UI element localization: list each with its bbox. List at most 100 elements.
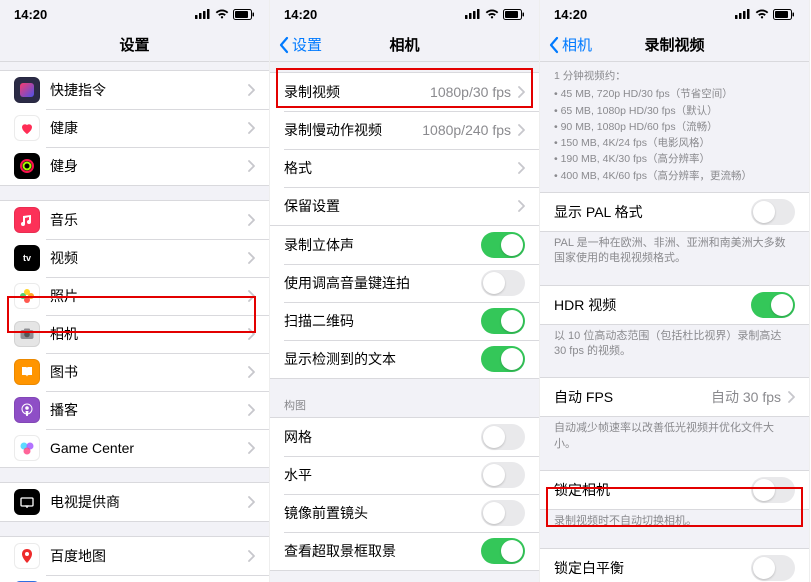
row-label: 视频	[50, 248, 247, 268]
auto-fps-value: 自动 30 fps	[711, 387, 781, 407]
chevron-right-icon	[787, 391, 795, 403]
row-t2-3[interactable]: 查看超取景框取景	[270, 532, 539, 570]
music-icon	[14, 207, 40, 233]
row-video-3[interactable]: 保留设置	[270, 187, 539, 225]
hdr-video-label: HDR 视频	[554, 295, 751, 315]
settings-content[interactable]: 快捷指令健康健身 音乐 tv 视频照片相机图书播客 Game Center 电视提供商…	[0, 62, 269, 582]
settings-row-g1-0[interactable]: 快捷指令	[0, 71, 269, 109]
chevron-right-icon	[247, 442, 255, 454]
gamecenter-icon	[14, 435, 40, 461]
toggle-switch[interactable]	[481, 232, 525, 258]
settings-row-g2-0[interactable]: 音乐	[0, 201, 269, 239]
pal-format-row[interactable]: 显示 PAL 格式	[540, 193, 809, 231]
chevron-right-icon	[247, 252, 255, 264]
settings-row-g2-1[interactable]: tv 视频	[0, 239, 269, 277]
row-t2-2[interactable]: 镜像前置镜头	[270, 494, 539, 532]
record-video-content[interactable]: 1 分钟视频约： 45 MB, 720p HD/30 fps（节省空间）65 M…	[540, 62, 809, 582]
signal-icon	[465, 9, 481, 19]
row-label: 网格	[284, 427, 481, 447]
auto-fps-note: 自动减少帧速率以改善低光视频并优化文件大小。	[540, 417, 809, 456]
row-t1-0[interactable]: 录制立体声	[270, 226, 539, 264]
page-title: 设置	[119, 34, 149, 55]
settings-row-g4-0[interactable]: 百度地图	[0, 537, 269, 575]
tv-icon: tv	[14, 245, 40, 271]
settings-row-g1-2[interactable]: 健身	[0, 147, 269, 185]
row-label: 健身	[50, 156, 247, 176]
lock-wb-row[interactable]: 锁定白平衡	[540, 549, 809, 582]
lock-wb-label: 锁定白平衡	[554, 558, 751, 578]
row-t2-1[interactable]: 水平	[270, 456, 539, 494]
row-t1-3[interactable]: 显示检测到的文本	[270, 340, 539, 378]
settings-row-g1-1[interactable]: 健康	[0, 109, 269, 147]
row-t2-0[interactable]: 网格	[270, 418, 539, 456]
toggle-switch[interactable]	[481, 308, 525, 334]
row-label: 录制立体声	[284, 235, 481, 255]
row-t1-2[interactable]: 扫描二维码	[270, 302, 539, 340]
toggle-switch[interactable]	[481, 424, 525, 450]
back-button[interactable]: 相机	[548, 34, 592, 55]
status-indicators	[195, 9, 255, 20]
size-line-3: 150 MB, 4K/24 fps（电影风格）	[554, 135, 795, 151]
wifi-icon	[215, 9, 229, 19]
toggle-switch[interactable]	[481, 538, 525, 564]
row-label: 电视提供商	[50, 492, 247, 512]
toggle-switch[interactable]	[481, 500, 525, 526]
settings-row-g2-5[interactable]: 播客	[0, 391, 269, 429]
toggle-switch[interactable]	[481, 346, 525, 372]
row-label: Game Center	[50, 440, 247, 456]
settings-row-g2-6[interactable]: Game Center	[0, 429, 269, 467]
lock-wb-switch[interactable]	[751, 555, 795, 581]
back-button[interactable]: 设置	[278, 34, 322, 55]
nav-bar: 设置 相机	[270, 28, 539, 62]
status-time: 14:20	[284, 7, 317, 22]
chevron-right-icon	[517, 200, 525, 212]
row-value: 1080p/240 fps	[422, 122, 511, 138]
row-label: 扫描二维码	[284, 311, 481, 331]
settings-row-g2-2[interactable]: 照片	[0, 277, 269, 315]
row-t1-1[interactable]: 使用调高音量键连拍	[270, 264, 539, 302]
row-label: 水平	[284, 465, 481, 485]
lock-camera-label: 锁定相机	[554, 480, 751, 500]
row-label: 查看超取景框取景	[284, 541, 481, 561]
battery-icon	[503, 9, 525, 20]
back-label: 相机	[562, 34, 592, 55]
status-bar: 14:20	[270, 0, 539, 28]
row-video-2[interactable]: 格式	[270, 149, 539, 187]
row-label: 显示检测到的文本	[284, 349, 481, 369]
tvprovider-icon	[14, 489, 40, 515]
record-video-screen: 14:20 相机 录制视频 1 分钟视频约： 45 MB, 720p HD/30…	[540, 0, 810, 582]
status-time: 14:20	[554, 7, 587, 22]
wifi-icon	[755, 9, 769, 19]
pal-format-label: 显示 PAL 格式	[554, 202, 751, 222]
chevron-right-icon	[247, 290, 255, 302]
size-line-4: 190 MB, 4K/30 fps（高分辨率）	[554, 151, 795, 167]
nav-bar: 设置	[0, 28, 269, 62]
toggle-switch[interactable]	[481, 462, 525, 488]
auto-fps-row[interactable]: 自动 FPS 自动 30 fps	[540, 378, 809, 416]
row-label: 播客	[50, 400, 247, 420]
baidumap-icon	[14, 543, 40, 569]
chevron-right-icon	[247, 214, 255, 226]
row-video-1[interactable]: 录制慢动作视频1080p/240 fps	[270, 111, 539, 149]
settings-row-g2-3[interactable]: 相机	[0, 315, 269, 353]
settings-row-g3-0[interactable]: 电视提供商	[0, 483, 269, 521]
lock-camera-switch[interactable]	[751, 477, 795, 503]
lock-camera-row[interactable]: 锁定相机	[540, 471, 809, 509]
status-indicators	[465, 9, 525, 20]
settings-row-g2-4[interactable]: 图书	[0, 353, 269, 391]
camera-content[interactable]: 录制视频1080p/30 fps录制慢动作视频1080p/240 fps格式保留…	[270, 62, 539, 582]
size-estimate-note: 1 分钟视频约： 45 MB, 720p HD/30 fps（节省空间）65 M…	[540, 62, 809, 186]
row-video-0[interactable]: 录制视频1080p/30 fps	[270, 73, 539, 111]
size-estimate-header: 1 分钟视频约：	[554, 68, 795, 84]
wifi-icon	[485, 9, 499, 19]
toggle-switch[interactable]	[481, 270, 525, 296]
signal-icon	[735, 9, 751, 19]
pal-format-switch[interactable]	[751, 199, 795, 225]
size-line-1: 65 MB, 1080p HD/30 fps（默认）	[554, 103, 795, 119]
settings-row-g4-1[interactable]: IDFA查看 IDFA	[0, 575, 269, 582]
size-line-2: 90 MB, 1080p HD/60 fps（流畅）	[554, 119, 795, 135]
lock-camera-note: 录制视频时不自动切换相机。	[540, 510, 809, 533]
hdr-video-row[interactable]: HDR 视频	[540, 286, 809, 324]
health-icon	[14, 115, 40, 141]
hdr-video-switch[interactable]	[751, 292, 795, 318]
